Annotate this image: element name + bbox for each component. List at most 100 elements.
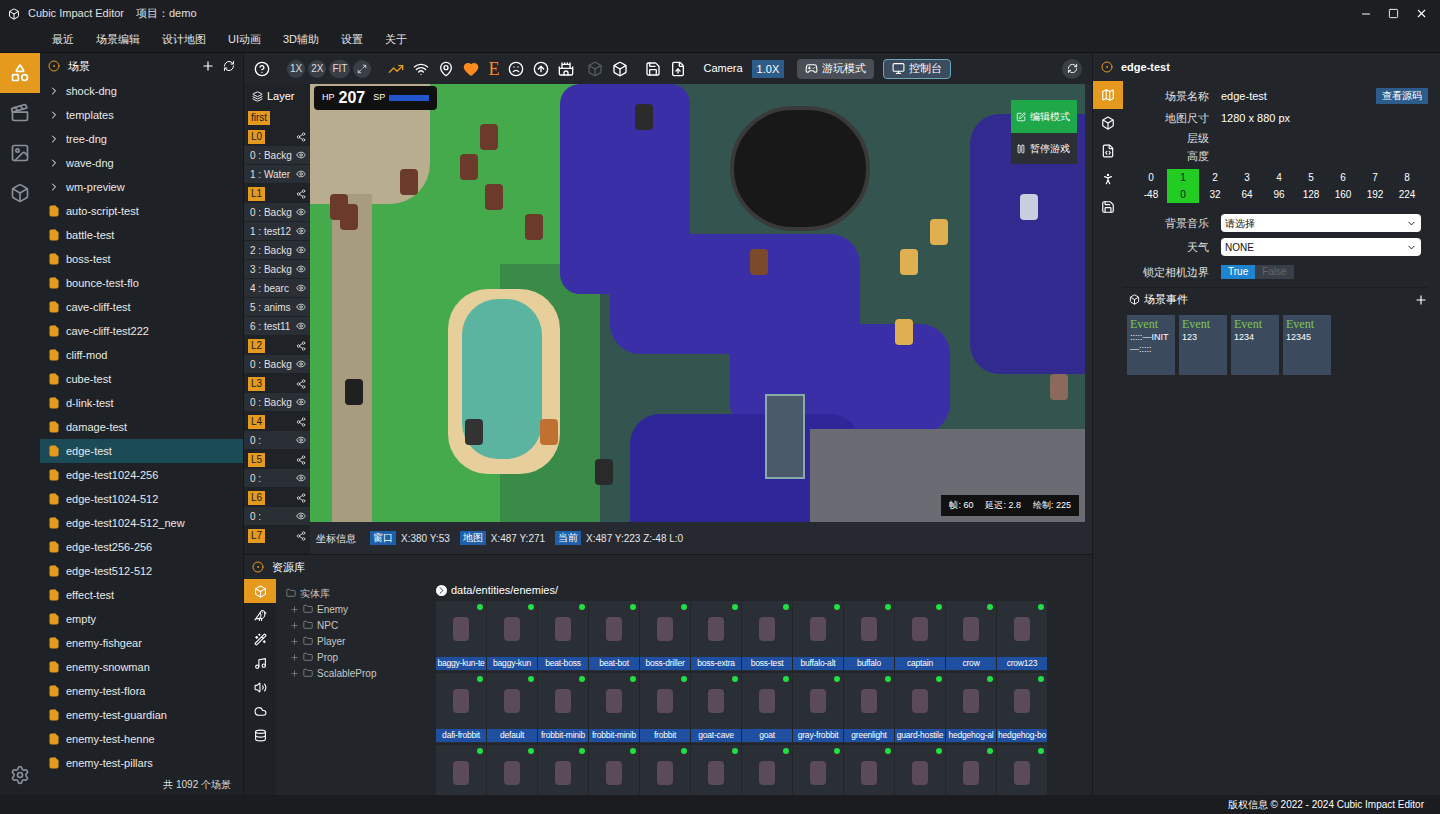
scene-item[interactable]: tree-dng: [40, 127, 243, 151]
eye-icon[interactable]: [296, 245, 306, 255]
add-event-icon[interactable]: [1414, 293, 1428, 307]
level-cell[interactable]: 7: [1359, 169, 1391, 186]
share-icon[interactable]: [296, 531, 306, 541]
entity-tile[interactable]: dafi-frobbit: [436, 673, 486, 743]
add-scene-icon[interactable]: [201, 59, 215, 73]
entity-tile[interactable]: gray-frobbit: [793, 673, 843, 743]
menu-item[interactable]: 场景编辑: [96, 31, 140, 48]
layer-row[interactable]: 4 : bearc: [244, 279, 310, 298]
level-cell[interactable]: 5: [1295, 169, 1327, 186]
pause-button[interactable]: 暂停游戏: [1011, 133, 1077, 164]
eye-icon[interactable]: [296, 150, 306, 160]
tree-node[interactable]: Player: [286, 633, 430, 649]
scene-item[interactable]: effect-test: [40, 583, 243, 607]
sprite[interactable]: [465, 419, 483, 445]
eye-icon[interactable]: [296, 435, 306, 445]
scene-item[interactable]: edge-test256-256: [40, 535, 243, 559]
entity-tile[interactable]: beat-bot: [589, 601, 639, 671]
layer-row[interactable]: 6 : test11: [244, 317, 310, 336]
entity-tile[interactable]: [946, 745, 996, 795]
edit-mode-button[interactable]: 编辑模式: [1011, 100, 1077, 133]
eye-icon[interactable]: [296, 321, 306, 331]
scene-item[interactable]: cave-cliff-test222: [40, 319, 243, 343]
weather-select[interactable]: NONE: [1221, 238, 1421, 256]
eye-icon[interactable]: [296, 473, 306, 483]
tree-node[interactable]: ScalableProp: [286, 665, 430, 681]
sprite[interactable]: [900, 249, 918, 275]
sprite[interactable]: [595, 459, 613, 485]
level-cell[interactable]: 3: [1231, 169, 1263, 186]
level-cell[interactable]: 8: [1391, 169, 1423, 186]
scene-item[interactable]: auto-script-test: [40, 199, 243, 223]
level-cell[interactable]: 1: [1167, 169, 1199, 186]
layer-row[interactable]: 0 : Backg: [244, 203, 310, 222]
reload-button[interactable]: [1062, 59, 1082, 79]
resource-tab[interactable]: [244, 579, 276, 603]
height-cell[interactable]: 32: [1199, 186, 1231, 203]
sprite[interactable]: [345, 379, 363, 405]
pin-icon[interactable]: [438, 61, 454, 77]
entity-tile[interactable]: [895, 745, 945, 795]
rail-button[interactable]: [0, 173, 40, 213]
menu-item[interactable]: 设计地图: [162, 31, 206, 48]
scene-item[interactable]: cave-cliff-test: [40, 295, 243, 319]
entity-button[interactable]: E: [488, 60, 499, 78]
entity-tile[interactable]: baggy-kun: [487, 601, 537, 671]
eye-icon[interactable]: [296, 207, 306, 217]
fullscreen-button[interactable]: [353, 60, 371, 78]
eye-icon[interactable]: [296, 264, 306, 274]
help-icon[interactable]: [254, 61, 270, 77]
entity-tile[interactable]: default: [487, 673, 537, 743]
properties-tab[interactable]: [1093, 193, 1123, 221]
entity-tile[interactable]: [997, 745, 1047, 795]
tree-root[interactable]: 实体库: [286, 585, 430, 601]
sprite[interactable]: [540, 419, 558, 445]
entity-tile[interactable]: boss-driller: [640, 601, 690, 671]
entity-tile[interactable]: [538, 745, 588, 795]
entity-tile[interactable]: [487, 745, 537, 795]
height-cell[interactable]: 128: [1295, 186, 1327, 203]
entity-tile[interactable]: guard-hostile: [895, 673, 945, 743]
bgm-select[interactable]: 请选择: [1221, 214, 1421, 232]
scene-item[interactable]: edge-test1024-256: [40, 463, 243, 487]
scene-item[interactable]: enemy-fishgear: [40, 631, 243, 655]
entity-tile[interactable]: frobbit-minib: [538, 673, 588, 743]
scene-item[interactable]: boss-test: [40, 247, 243, 271]
maximize-icon[interactable]: [1388, 8, 1399, 19]
entity-tile[interactable]: [844, 745, 894, 795]
event-card[interactable]: Event:::::—INIT—:::::: [1127, 315, 1175, 375]
height-cell[interactable]: 160: [1327, 186, 1359, 203]
entity-tile[interactable]: hedgehog-bo: [997, 673, 1047, 743]
share-icon[interactable]: [296, 341, 306, 351]
rail-button[interactable]: [0, 53, 40, 93]
layer-row[interactable]: 0 :: [244, 507, 310, 526]
resource-tab[interactable]: [244, 675, 276, 699]
level-cell[interactable]: 2: [1199, 169, 1231, 186]
height-cell[interactable]: 192: [1359, 186, 1391, 203]
sprite[interactable]: [895, 319, 913, 345]
layer-group[interactable]: L2: [244, 336, 310, 355]
sprite[interactable]: [460, 154, 478, 180]
lock-toggle[interactable]: TrueFalse: [1221, 265, 1294, 279]
layer-group[interactable]: first: [244, 108, 310, 127]
resource-tab[interactable]: [244, 627, 276, 651]
tree-node[interactable]: Enemy: [286, 601, 430, 617]
play-mode-button[interactable]: 游玩模式: [797, 59, 874, 79]
layer-row[interactable]: 1 : test12: [244, 222, 310, 241]
share-icon[interactable]: [296, 417, 306, 427]
properties-tab[interactable]: [1093, 137, 1123, 165]
height-cell[interactable]: 224: [1391, 186, 1423, 203]
properties-tab[interactable]: [1093, 165, 1123, 193]
heart-icon[interactable]: [463, 61, 479, 77]
entity-tile[interactable]: crow: [946, 601, 996, 671]
sprite[interactable]: [750, 249, 768, 275]
sprite[interactable]: [400, 169, 418, 195]
rail-button[interactable]: [0, 133, 40, 173]
zoom-button[interactable]: FIT: [329, 60, 350, 78]
scene-item[interactable]: wm-preview: [40, 175, 243, 199]
event-card[interactable]: Event1234: [1231, 315, 1279, 375]
resource-tab[interactable]: [244, 723, 276, 747]
layer-group[interactable]: L5: [244, 450, 310, 469]
layer-group[interactable]: L0: [244, 127, 310, 146]
cube-icon[interactable]: [612, 61, 628, 77]
